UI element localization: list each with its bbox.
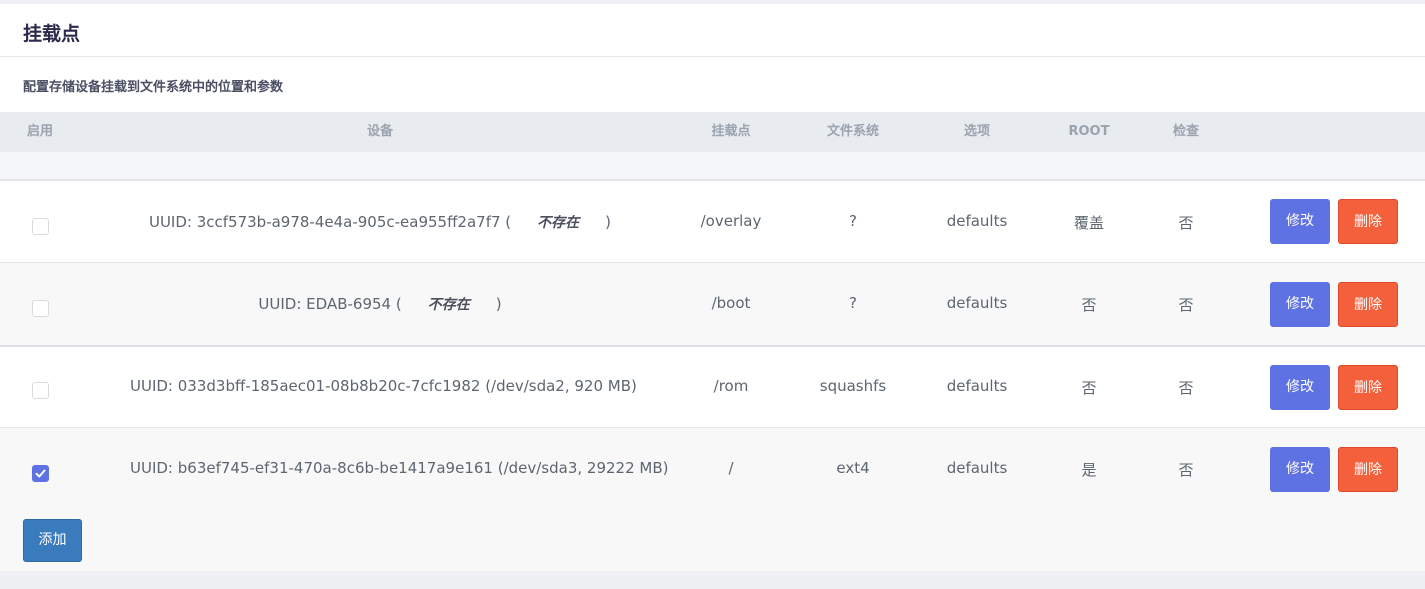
add-button[interactable]: 添加: [23, 519, 82, 562]
section-description: 配置存储设备挂载到文件系统中的位置和参数: [23, 80, 284, 95]
device-cell: UUID: 3ccf573b-a978-4e4a-905c-ea955ff2a7…: [130, 212, 630, 232]
options-cell: defaults: [946, 294, 1008, 312]
check-cell: 否: [1178, 461, 1194, 479]
device-cell: UUID: EDAB-6954 ( 不存在): [130, 294, 630, 314]
device-text: UUID: EDAB-6954 (: [258, 295, 402, 313]
device-cell: UUID: b63ef745-ef31-470a-8c6b-be1417a9e1…: [130, 459, 669, 477]
device-missing-label: 不存在: [537, 215, 580, 231]
device-missing-label: 不存在: [427, 297, 470, 313]
table-spacer-row: [0, 152, 1425, 180]
table-row: UUID: b63ef745-ef31-470a-8c6b-be1417a9e1…: [0, 427, 1425, 571]
header-enabled: 启用: [26, 124, 53, 139]
delete-button[interactable]: 删除: [1338, 282, 1398, 327]
root-cell: 否: [1081, 296, 1097, 314]
root-cell: 覆盖: [1073, 214, 1104, 232]
device-close: ): [495, 295, 502, 313]
delete-button[interactable]: 删除: [1338, 199, 1398, 244]
delete-button[interactable]: 删除: [1338, 447, 1398, 492]
options-cell: defaults: [946, 459, 1008, 477]
table-row: UUID: EDAB-6954 ( 不存在) /boot ? defaults 否…: [0, 262, 1425, 345]
enabled-checkbox[interactable]: [32, 465, 49, 482]
page-bottom-gap: [0, 571, 1425, 589]
filesystem-cell: ?: [849, 212, 857, 230]
enabled-checkbox[interactable]: [32, 300, 49, 317]
check-icon: [35, 469, 46, 478]
mountpoint-cell: /rom: [713, 377, 749, 395]
edit-button[interactable]: 修改: [1270, 447, 1330, 492]
delete-button[interactable]: 删除: [1338, 365, 1398, 410]
table-header: 启用 设备 挂载点 文件系统 选项 ROOT 检查: [0, 112, 1425, 152]
device-text: UUID: 3ccf573b-a978-4e4a-905c-ea955ff2a7…: [148, 213, 512, 231]
mount-points-panel: 挂载点 配置存储设备挂载到文件系统中的位置和参数 启用 设备 挂载点 文件系统 …: [0, 4, 1425, 571]
filesystem-cell: squashfs: [819, 377, 887, 395]
enabled-checkbox[interactable]: [32, 382, 49, 399]
title-divider: [0, 56, 1425, 57]
table-row: UUID: 033d3bff-185aec01-08b8b20c-7cfc198…: [0, 345, 1425, 427]
edit-button[interactable]: 修改: [1270, 282, 1330, 327]
options-cell: defaults: [946, 377, 1008, 395]
device-cell: UUID: 033d3bff-185aec01-08b8b20c-7cfc198…: [130, 377, 637, 395]
check-cell: 否: [1178, 214, 1194, 232]
header-options: 选项: [963, 124, 990, 139]
filesystem-cell: ?: [849, 294, 857, 312]
header-check: 检查: [1172, 124, 1199, 139]
mountpoint-cell: /: [728, 459, 734, 477]
root-cell: 是: [1081, 461, 1097, 479]
enabled-checkbox[interactable]: [32, 218, 49, 235]
section-title: 挂载点: [23, 23, 81, 45]
device-close: ): [605, 213, 612, 231]
header-mountpoint: 挂载点: [711, 124, 751, 139]
edit-button[interactable]: 修改: [1270, 199, 1330, 244]
options-cell: defaults: [946, 212, 1008, 230]
header-root: ROOT: [1068, 124, 1110, 139]
edit-button[interactable]: 修改: [1270, 365, 1330, 410]
table-row: UUID: 3ccf573b-a978-4e4a-905c-ea955ff2a7…: [0, 180, 1425, 262]
mountpoint-cell: /overlay: [700, 212, 762, 230]
filesystem-cell: ext4: [836, 459, 870, 477]
mountpoint-cell: /boot: [711, 294, 751, 312]
header-filesystem: 文件系统: [826, 124, 879, 139]
check-cell: 否: [1178, 379, 1194, 397]
check-cell: 否: [1178, 296, 1194, 314]
root-cell: 否: [1081, 379, 1097, 397]
header-device: 设备: [366, 124, 393, 139]
